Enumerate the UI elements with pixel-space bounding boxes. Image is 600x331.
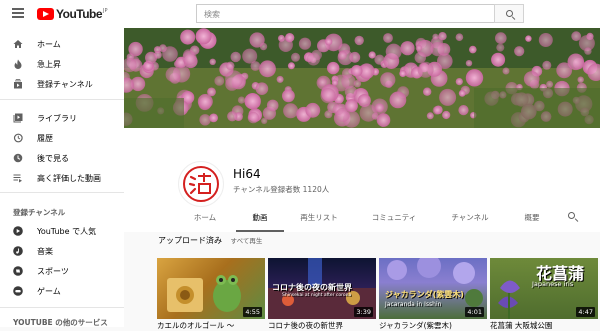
sidebar-item-label: ゲーム (37, 286, 61, 296)
search-bar: 検索 (196, 4, 524, 23)
sidebar-item-label: スポーツ (37, 266, 69, 276)
sidebar-item-label: 後で見る (37, 153, 69, 163)
channel-logo-icon (183, 166, 219, 202)
sidebar-item-gaming[interactable]: ゲーム (0, 281, 124, 301)
sidebar-item-watch-later[interactable]: 後で見る (0, 148, 124, 168)
channel-search-button[interactable] (568, 212, 575, 219)
sidebar-item-label: 高く評価した動画 (37, 173, 101, 183)
video-duration: 4:47 (576, 307, 595, 317)
menu-icon[interactable] (12, 8, 24, 18)
sidebar-item-liked-videos[interactable]: 高く評価した動画 (0, 168, 124, 188)
video-overlay-title: コロナ後の夜の新世界 (272, 283, 352, 292)
video-duration: 3:39 (354, 307, 373, 317)
play-all-link[interactable]: すべて再生 (231, 237, 263, 245)
video-grid: 4:55 コロナ後の夜の新世界 Shinsekai at night after… (157, 258, 598, 319)
sidebar-item-label: ホーム (37, 39, 61, 49)
sidebar-item-label: 音楽 (37, 246, 53, 256)
video-title[interactable]: カエルのオルゴール 〜 (157, 320, 265, 331)
logo-text: YouTube (56, 7, 103, 21)
banner-image (124, 28, 600, 128)
top-bar: YouTube JP 検索 (0, 0, 600, 28)
logo-region: JP (103, 8, 108, 14)
sidebar-item-label: 履歴 (37, 133, 53, 143)
uploads-heading: アップロード済み すべて再生 (158, 235, 262, 246)
tab-community[interactable]: コミュニティ (354, 208, 434, 232)
video-title[interactable]: 花菖蒲 大阪城公園 (490, 320, 598, 331)
sidebar-divider (0, 192, 124, 193)
sidebar-item-label: 登録チャンネル (37, 79, 93, 89)
video-thumbnail[interactable]: ジャカランダ(紫雲木) Jacaranda in Isshin 4:01 (379, 258, 487, 319)
video-thumbnail[interactable]: 4:55 (157, 258, 265, 319)
sidebar: ホーム 急上昇 登録チャンネル ライブラリ 履歴 後で見る 高く評価した動画 登… (0, 28, 124, 327)
home-icon (13, 40, 23, 48)
subscriber-count: チャンネル登録者数 1120人 (233, 185, 330, 194)
channel-avatar[interactable] (178, 161, 224, 207)
sports-icon (13, 266, 23, 276)
video-thumbnail[interactable]: コロナ後の夜の新世界 Shinsekai at night after coro… (268, 258, 376, 319)
channel-banner (124, 28, 600, 128)
video-title[interactable]: コロナ後の夜の新世界 (268, 320, 376, 331)
video-thumbnail[interactable]: 花菖蒲 Japanese iris 4:47 (490, 258, 598, 319)
youtube-logo[interactable]: YouTube JP (37, 7, 108, 21)
sidebar-item-library[interactable]: ライブラリ (0, 108, 124, 128)
video-overlay-subtitle: Shinsekai at night after corona (282, 293, 352, 298)
music-icon (13, 246, 23, 256)
flame-icon (14, 59, 22, 69)
sidebar-item-label: 急上昇 (37, 59, 61, 69)
library-icon (13, 113, 23, 123)
sidebar-item-popular[interactable]: YouTube で人気 (0, 221, 124, 241)
video-duration: 4:01 (465, 307, 484, 317)
sidebar-divider (0, 99, 124, 100)
search-button[interactable] (494, 4, 524, 23)
search-icon (568, 212, 575, 219)
sidebar-item-music[interactable]: 音楽 (0, 241, 124, 261)
popular-icon (13, 226, 23, 236)
sidebar-item-label: ライブラリ (37, 113, 77, 123)
video-overlay-title: ジャカランダ(紫雲木) (385, 290, 464, 299)
video-overlay-subtitle: Japanese iris (532, 280, 574, 288)
sidebar-divider (0, 307, 124, 308)
sidebar-item-label: YouTube で人気 (37, 226, 97, 236)
history-icon (13, 133, 23, 143)
subscriptions-icon (14, 79, 22, 89)
tab-channels[interactable]: チャンネル (434, 208, 506, 232)
sidebar-more-heading: YOUTUBE の他のサービス (13, 318, 108, 327)
main-content: Hi64 チャンネル登録者数 1120人 ホーム 動画 再生リスト コミュニティ… (124, 28, 600, 330)
tab-about[interactable]: 概要 (506, 208, 558, 232)
channel-name: Hi64 (233, 167, 261, 181)
channel-header: Hi64 チャンネル登録者数 1120人 ホーム 動画 再生リスト コミュニティ… (124, 128, 600, 232)
tab-playlists[interactable]: 再生リスト (284, 208, 354, 232)
sidebar-subscriptions-heading: 登録チャンネル (13, 208, 66, 217)
tab-home[interactable]: ホーム (174, 208, 236, 232)
sidebar-item-sports[interactable]: スポーツ (0, 261, 124, 281)
gaming-icon (13, 286, 23, 296)
video-overlay-subtitle: Jacaranda in Isshin (385, 301, 442, 308)
sidebar-item-history[interactable]: 履歴 (0, 128, 124, 148)
sidebar-item-home[interactable]: ホーム (0, 34, 124, 54)
search-icon (505, 10, 513, 17)
play-logo-icon (37, 8, 54, 20)
channel-tabs: ホーム 動画 再生リスト コミュニティ チャンネル 概要 (174, 208, 558, 232)
search-input[interactable]: 検索 (196, 4, 494, 23)
sidebar-item-trending[interactable]: 急上昇 (0, 54, 124, 74)
watch-later-icon (13, 153, 23, 163)
uploads-title: アップロード済み (158, 236, 222, 245)
sidebar-item-subscriptions[interactable]: 登録チャンネル (0, 74, 124, 94)
liked-videos-icon (13, 174, 22, 183)
video-duration: 4:55 (243, 307, 262, 317)
tab-videos[interactable]: 動画 (236, 208, 284, 232)
video-title[interactable]: ジャカランダ(紫雲木) (379, 320, 487, 331)
